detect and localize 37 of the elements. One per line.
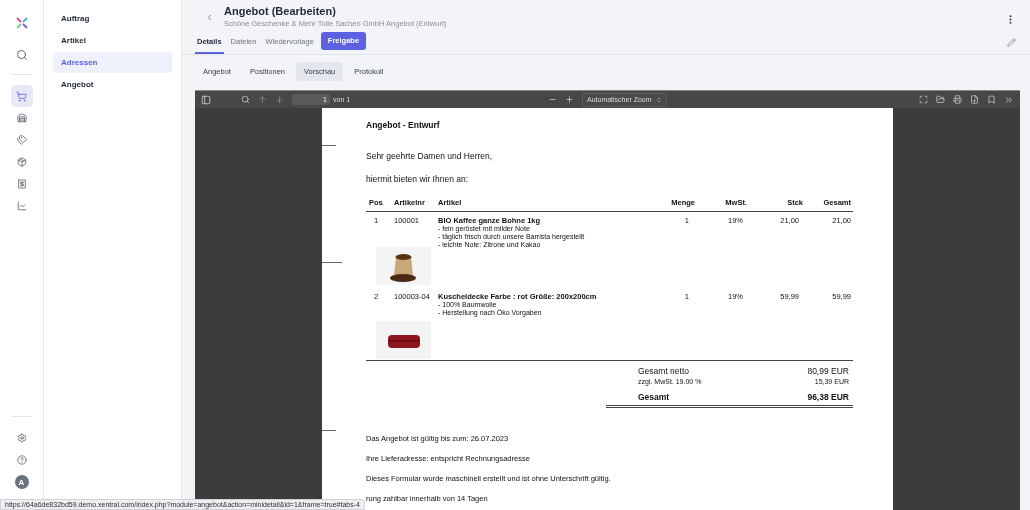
search-icon[interactable] <box>241 95 250 104</box>
intro-text: hiermit bieten wir Ihnen an: <box>366 174 470 184</box>
chevron-updown-icon <box>655 96 662 103</box>
arrow-down-icon[interactable] <box>275 95 284 104</box>
help-icon[interactable] <box>16 455 27 465</box>
settings-icon[interactable] <box>16 433 27 443</box>
coffee-sack-drawing <box>376 246 431 285</box>
back-icon[interactable] <box>205 13 214 22</box>
nav-item[interactable]: Angebot <box>53 74 172 95</box>
bookmark-icon[interactable] <box>987 95 996 104</box>
chart-icon[interactable] <box>16 201 27 211</box>
download-icon[interactable] <box>970 95 979 104</box>
folded-blanket-drawing <box>376 320 431 359</box>
warehouse-icon[interactable] <box>16 113 27 123</box>
more-tools-icon[interactable] <box>1004 94 1014 105</box>
search-icon[interactable] <box>15 49 28 61</box>
receipt-icon[interactable] <box>16 179 27 189</box>
user-avatar[interactable]: A <box>14 475 29 489</box>
total-label: Gesamt <box>638 392 671 402</box>
total-label: Gesamt netto <box>638 366 691 376</box>
nav-item[interactable]: Adressen <box>53 52 172 73</box>
arrow-up-icon[interactable] <box>258 95 267 104</box>
document-title: Angebot - Entwurf <box>366 120 441 130</box>
greeting-text: Sehr geehrte Damen und Herren, <box>366 151 494 161</box>
tag-icon[interactable] <box>16 135 27 145</box>
total-value: 80,99 EUR <box>806 366 850 376</box>
cart-icon[interactable] <box>16 90 27 102</box>
fullscreen-icon[interactable] <box>919 95 928 104</box>
total-value: 96,38 EUR <box>806 392 850 402</box>
nav-item[interactable]: Artikel <box>53 30 172 51</box>
package-icon[interactable] <box>16 157 27 167</box>
open-file-icon[interactable] <box>936 95 945 104</box>
zoom-in-icon[interactable] <box>565 95 574 104</box>
print-icon[interactable] <box>953 95 962 104</box>
page-title: Angebot (Bearbeiten) <box>224 5 337 17</box>
sidebar-toggle-icon[interactable] <box>201 94 211 105</box>
nav-item[interactable]: Auftrag <box>53 8 172 29</box>
